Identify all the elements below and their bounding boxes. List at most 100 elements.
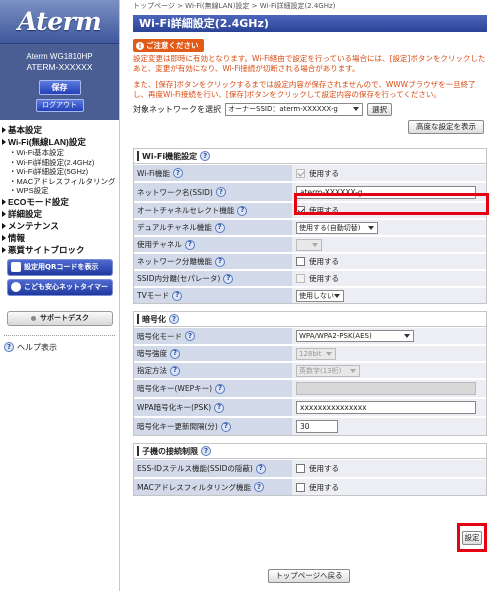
arrow-right-icon [2,210,6,217]
key-interval-input[interactable]: 30 [296,420,338,433]
label-text: ネットワーク分離機能 [137,257,212,266]
sidebar-item-label: メンテナンス [8,220,59,231]
row-label: TVモード? [134,287,292,303]
help-icon[interactable]: ? [169,314,179,324]
aterm-logo: Aterm [17,7,102,36]
main-content: トップページ > Wi-Fi(無線LAN)設定 > Wi-Fi詳細設定(2.4G… [133,0,487,591]
help-icon: ? [4,342,14,352]
help-icon[interactable]: ? [214,222,225,233]
help-icon[interactable]: ? [184,239,195,250]
help-icon[interactable]: ? [237,205,248,216]
help-toggle[interactable]: ? ヘルプ表示 [4,342,119,353]
row-label: ESS-IDステルス機能(SSIDの隠蔽)? [134,460,292,477]
sidebar-item-basic[interactable]: 基本設定 [2,124,119,136]
help-icon[interactable]: ? [215,383,226,394]
key-method-select[interactable]: 英数字(13桁) [296,364,360,377]
sidebar: Aterm Aterm WG1810HP ATERM-XXXXXX 保存 ログア… [0,0,120,591]
row-value: 英数字(13桁) [292,362,486,378]
section-title-label: Wi-Fi機能設定 [142,151,198,161]
separation-checkbox[interactable] [296,257,305,266]
help-icon[interactable]: ? [201,446,211,456]
kids-timer-button[interactable]: こども安心ネットタイマー [7,278,113,296]
stealth-row: ESS-IDステルス機能(SSIDの隠蔽)? 使用する [134,459,486,477]
tv-mode-select[interactable]: 使用しない [296,289,344,302]
mac-filter-checkbox[interactable] [296,482,305,492]
sidebar-subitem-wifi-basic[interactable]: ・Wi-Fi基本設定 [2,148,119,158]
help-icon[interactable]: ? [200,151,211,161]
label-text: ESS-IDステルス機能(SSIDの隠蔽) [137,464,253,473]
channel-select[interactable] [296,238,322,251]
wep-key-input[interactable] [296,382,476,395]
help-icon[interactable]: ? [215,187,226,197]
arrow-right-icon [2,198,6,205]
help-icon[interactable]: ? [170,365,180,376]
ssid-separator-row: SSID内分離(セパレータ)? 使用する [134,269,486,286]
encryption-strength-select[interactable]: 128bit [296,347,336,360]
row-value: 使用する [292,165,486,181]
help-icon[interactable]: ? [220,421,231,432]
dual-channel-select[interactable]: 使用する(自動切替) [296,221,378,234]
stealth-checkbox[interactable] [296,464,305,473]
sidebar-item-eco[interactable]: ECOモード設定 [2,196,119,208]
sidebar-subitem-wifi-24ghz[interactable]: ・Wi-Fi詳細設定(2.4GHz) [2,158,119,168]
section-bar [137,151,139,161]
help-icon[interactable]: ? [215,256,225,267]
help-icon[interactable]: ? [254,482,265,492]
sidebar-item-label: ECOモード設定 [8,196,69,207]
wifi-settings-section: Wi-Fi機能設定? Wi-Fi機能? 使用する ネットワーク名(SSID)? … [133,148,487,304]
target-network-label: 対象ネットワークを選択 [133,105,221,114]
save-button[interactable]: 保存 [38,80,81,95]
set-button[interactable]: 設定 [462,530,482,545]
help-label: ヘルプ表示 [17,342,57,352]
checkbox-label: 使用する [309,464,339,473]
qr-code-button[interactable]: 設定用QRコードを表示 [7,258,113,276]
channel-row: 使用チャネル? [134,235,486,252]
sidebar-item-site-block[interactable]: 悪質サイトブロック [2,244,119,256]
help-icon[interactable]: ? [172,290,183,301]
sidebar-item-advanced[interactable]: 詳細設定 [2,208,119,220]
label-text: オートチャネルセレクト機能 [137,206,235,215]
target-network-select[interactable]: オーナーSSID：aterm-XXXXXX-g [225,103,363,116]
sidebar-subitem-mac-filter[interactable]: ・MACアドレスフィルタリング [2,177,119,187]
label-text: SSID内分離(セパレータ) [137,274,221,283]
checkbox-label: 使用する [309,274,339,283]
row-label: WPA暗号化キー(PSK)? [134,398,292,416]
ssid-separator-checkbox[interactable] [296,274,305,283]
logout-button[interactable]: ログアウト [35,99,84,112]
help-icon[interactable]: ? [172,168,183,178]
help-icon[interactable]: ? [170,348,180,359]
psk-input[interactable]: xxxxxxxxxxxxxxx [296,401,476,414]
sidebar-item-info[interactable]: 情報 [2,232,119,244]
help-icon[interactable]: ? [223,273,234,284]
sidebar-subitem-wps[interactable]: ・WPS設定 [2,186,119,196]
row-value: 使用する [292,270,486,286]
dual-channel-row: デュアルチャネル機能? 使用する(自動切替) [134,218,486,235]
encryption-mode-select[interactable]: WPA/WPA2-PSK(AES) [296,330,414,342]
row-label: オートチャネルセレクト機能? [134,202,292,218]
row-label: Wi-Fi機能? [134,165,292,181]
label-text: TVモード [137,291,170,300]
sidebar-item-label: 詳細設定 [8,208,43,219]
help-icon[interactable]: ? [255,463,266,474]
sidebar-subitem-wifi-5ghz[interactable]: ・Wi-Fi詳細設定(5GHz) [2,167,119,177]
separation-row: ネットワーク分離機能? 使用する [134,252,486,269]
help-icon[interactable]: ? [185,331,195,341]
label-text: WPA暗号化キー(PSK) [137,403,212,412]
select-network-button[interactable]: 選択 [367,103,392,116]
help-icon[interactable]: ? [214,402,225,413]
device-ssid: ATERM-XXXXXX [26,62,93,72]
breadcrumb[interactable]: トップページ > Wi-Fi(無線LAN)設定 > Wi-Fi詳細設定(2.4G… [133,1,487,12]
show-advanced-button[interactable]: 高度な設定を表示 [408,120,484,134]
row-label: 暗号化キー(WEPキー)? [134,379,292,397]
wifi-function-checkbox[interactable] [296,168,305,178]
row-value: 使用しない [292,287,486,303]
mac-filter-row: MACアドレスフィルタリング機能? 使用する [134,477,486,495]
sidebar-item-wifi[interactable]: Wi-Fi(無線LAN)設定 [2,136,119,148]
sidebar-item-maintenance[interactable]: メンテナンス [2,220,119,232]
support-desk-button[interactable]: サポートデスク [7,310,113,326]
back-to-top-button[interactable]: トップページへ戻る [268,569,350,583]
label-text: 指定方法 [137,366,167,375]
arrow-right-icon [2,139,6,145]
timer-icon [11,282,21,292]
exclamation-icon: ! [136,42,144,50]
